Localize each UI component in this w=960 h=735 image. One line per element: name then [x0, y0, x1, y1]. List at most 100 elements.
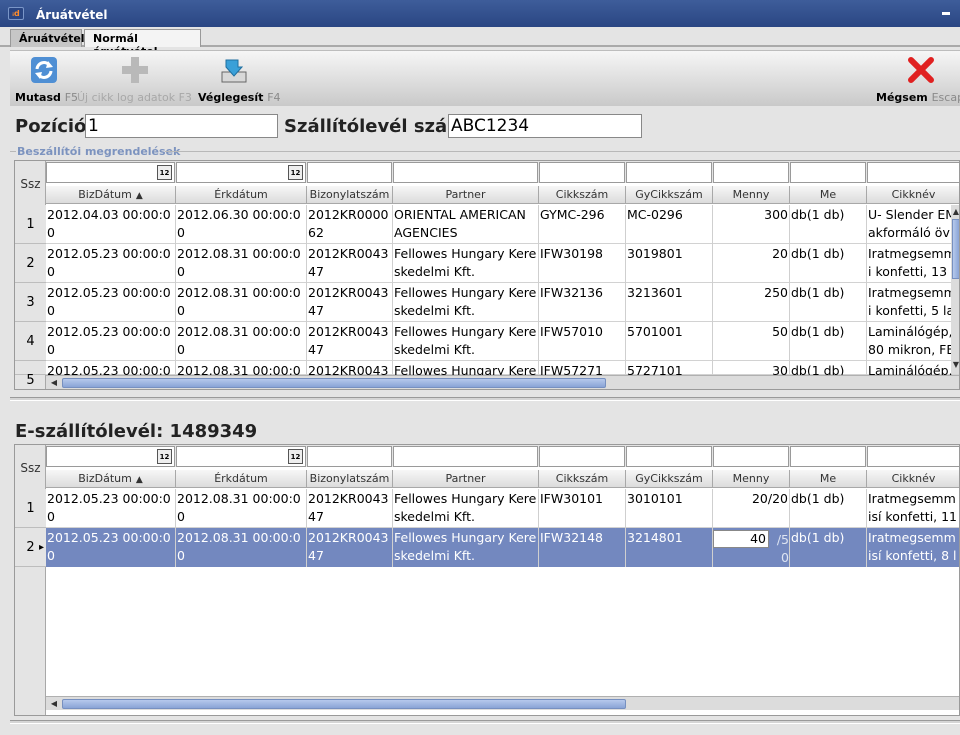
filter-menny[interactable]	[713, 162, 789, 183]
cell-bizonylat[interactable]: 2012KR0043 47	[307, 528, 393, 567]
cell-gycikkszam[interactable]: 3213601	[626, 283, 713, 322]
scroll-left-icon[interactable]: ◀	[49, 378, 59, 388]
table-row[interactable]: 2012.05.23 00:00:002012.08.31 00:00:0020…	[46, 528, 959, 567]
row-number[interactable]: 2	[15, 244, 46, 283]
filter-gycikkszam[interactable]	[626, 162, 712, 183]
col-cikknev[interactable]: Cikknév	[867, 470, 959, 488]
table-row[interactable]: 2012.05.23 00:00:002012.08.31 00:00:0020…	[46, 322, 959, 361]
cell-erkdatum[interactable]: 2012.08.31 00:00:00	[176, 244, 307, 283]
col-bizonylatszam[interactable]: Bizonylatszám	[307, 470, 393, 488]
col-partner[interactable]: Partner	[393, 470, 539, 488]
orders-hscroll[interactable]: ◀	[46, 375, 959, 389]
col-me[interactable]: Me	[790, 470, 867, 488]
col-gycikkszam[interactable]: GyCikkszám	[626, 186, 713, 204]
filter-bizdatum[interactable]: 12	[46, 446, 175, 467]
cell-bizonylat[interactable]: 2012KR0043 47	[307, 283, 393, 322]
cell-bizonylat[interactable]: 2012KR0043 47	[307, 244, 393, 283]
table-row[interactable]: 2012.05.23 00:00:002012.08.31 00:00:0020…	[46, 361, 959, 389]
col-cikknev[interactable]: Cikknév	[867, 186, 959, 204]
cell-cikkszam[interactable]: GYMC-296	[539, 205, 626, 244]
table-row[interactable]: 2012.05.23 00:00:002012.08.31 00:00:0020…	[46, 489, 959, 528]
cell-cikknev[interactable]: Iratmegsemmi konfetti, 5 lap,	[867, 283, 959, 322]
cell-erkdatum[interactable]: 2012.06.30 00:00:00	[176, 205, 307, 244]
cell-bizdatum[interactable]: 2012.05.23 00:00:00	[46, 322, 176, 361]
table-row[interactable]: 2012.04.03 00:00:00 2012.06.30 00:00:00 20…	[46, 205, 959, 244]
cell-gycikkszam[interactable]: MC-0296	[626, 205, 713, 244]
filter-bizdatum[interactable]: 12	[46, 162, 175, 183]
col-gycikkszam[interactable]: GyCikkszám	[626, 470, 713, 488]
cell-erkdatum[interactable]: 2012.08.31 00:00:00	[176, 322, 307, 361]
szallitolevel-input[interactable]	[448, 114, 642, 138]
filter-cikkszam[interactable]	[539, 446, 625, 467]
minimize-icon[interactable]	[942, 12, 950, 15]
col-me[interactable]: Me	[790, 186, 867, 204]
pozicio-input[interactable]	[85, 114, 278, 138]
cell-cikkszam[interactable]: IFW32136	[539, 283, 626, 322]
cell-gycikkszam[interactable]: 5701001	[626, 322, 713, 361]
cell-cikknev[interactable]: Laminálógép, 80 mikron, FE	[867, 322, 959, 361]
cell-cikkszam[interactable]: IFW32148	[539, 528, 626, 567]
cell-me[interactable]: db(1 db)	[790, 244, 867, 283]
cell-cikknev[interactable]: U- Slender EM akformáló öv	[867, 205, 959, 244]
cell-erkdatum[interactable]: 2012.08.31 00:00:00	[176, 528, 307, 567]
cell-me[interactable]: db(1 db)	[790, 322, 867, 361]
col-bizonylatszam[interactable]: Bizonylatszám	[307, 186, 393, 204]
uj-cikk-log-button[interactable]: Új cikk log adatok F3	[77, 51, 197, 107]
cell-cikkszam[interactable]: IFW30101	[539, 489, 626, 528]
cell-partner[interactable]: Fellowes Hungary Kere skedelmi Kft.	[393, 528, 539, 567]
row-number[interactable]: 5	[15, 361, 46, 388]
cell-menny[interactable]: 20/20	[713, 489, 790, 528]
col-cikkszam[interactable]: Cikkszám	[539, 470, 626, 488]
cell-menny[interactable]: 300	[713, 205, 790, 244]
row-number[interactable]: 4	[15, 322, 46, 361]
veglegesit-button[interactable]: Véglegesít F4	[198, 51, 281, 107]
cell-bizdatum[interactable]: 2012.05.23 00:00:00	[46, 283, 176, 322]
calendar-icon[interactable]: 12	[157, 449, 172, 464]
filter-bizonylatszam[interactable]	[307, 446, 392, 467]
table-row[interactable]: 2012.05.23 00:00:002012.08.31 00:00:0020…	[46, 244, 959, 283]
cell-bizonylat[interactable]: 2012KR0000 62	[307, 205, 393, 244]
pane-splitter[interactable]	[10, 397, 960, 401]
orders-vscroll-thumb[interactable]	[952, 219, 959, 279]
cell-menny[interactable]: 20	[713, 244, 790, 283]
row-number[interactable]: 1	[15, 205, 46, 244]
cell-bizdatum[interactable]: 2012.04.03 00:00:00	[46, 205, 176, 244]
cell-partner[interactable]: Fellowes Hungary Kere skedelmi Kft.	[393, 489, 539, 528]
col-bizdatum[interactable]: BizDátum ▲	[46, 470, 176, 488]
filter-me[interactable]	[790, 162, 866, 183]
filter-erkdatum[interactable]: 12	[176, 162, 306, 183]
table-row[interactable]: 2012.05.23 00:00:002012.08.31 00:00:0020…	[46, 283, 959, 322]
cell-partner[interactable]: ORIENTAL AMERICAN AGENCIES	[393, 205, 539, 244]
filter-cikknev[interactable]	[867, 162, 959, 183]
orders-hscroll-thumb[interactable]	[62, 378, 606, 388]
cell-cikknev[interactable]: Iratmegsemmisí konfetti, 11 lap,	[867, 489, 959, 528]
col-erkdatum[interactable]: Érkdátum	[176, 470, 307, 488]
row-number[interactable]: 1	[15, 489, 46, 528]
menny-edit-input[interactable]: 40	[713, 530, 769, 548]
col-menny[interactable]: Menny	[713, 470, 790, 488]
eszallito-hscroll-thumb[interactable]	[62, 699, 626, 709]
cell-partner[interactable]: Fellowes Hungary Kere skedelmi Kft.	[393, 322, 539, 361]
cell-bizonylat[interactable]: 2012KR0043 47	[307, 489, 393, 528]
filter-gycikkszam[interactable]	[626, 446, 712, 467]
cell-me[interactable]: db(1 db)	[790, 528, 867, 567]
cell-bizonylat[interactable]: 2012KR0043 47	[307, 322, 393, 361]
orders-vscroll[interactable]: ▲ ▼	[951, 205, 959, 374]
scroll-left-icon[interactable]: ◀	[49, 699, 59, 709]
filter-partner[interactable]	[393, 446, 538, 467]
cell-gycikkszam[interactable]: 3010101	[626, 489, 713, 528]
megsem-button[interactable]: Mégsem Escape	[874, 51, 960, 107]
cell-cikkszam[interactable]: IFW57010	[539, 322, 626, 361]
cell-cikknev[interactable]: Iratmegsemmi konfetti, 13 lap	[867, 244, 959, 283]
tab-normal-aruatvetel[interactable]: Normál áruátvétel	[84, 29, 201, 58]
cell-gycikkszam[interactable]: 3019801	[626, 244, 713, 283]
cell-me[interactable]: db(1 db)	[790, 283, 867, 322]
cell-gycikkszam[interactable]: 3214801	[626, 528, 713, 567]
cell-cikknev[interactable]: Iratmegsemmisí konfetti, 8 lap, F	[867, 528, 959, 567]
cell-me[interactable]: db(1 db)	[790, 205, 867, 244]
calendar-icon[interactable]: 12	[288, 165, 303, 180]
calendar-icon[interactable]: 12	[288, 449, 303, 464]
filter-partner[interactable]	[393, 162, 538, 183]
col-partner[interactable]: Partner	[393, 186, 539, 204]
scroll-up-icon[interactable]: ▲	[951, 207, 959, 217]
